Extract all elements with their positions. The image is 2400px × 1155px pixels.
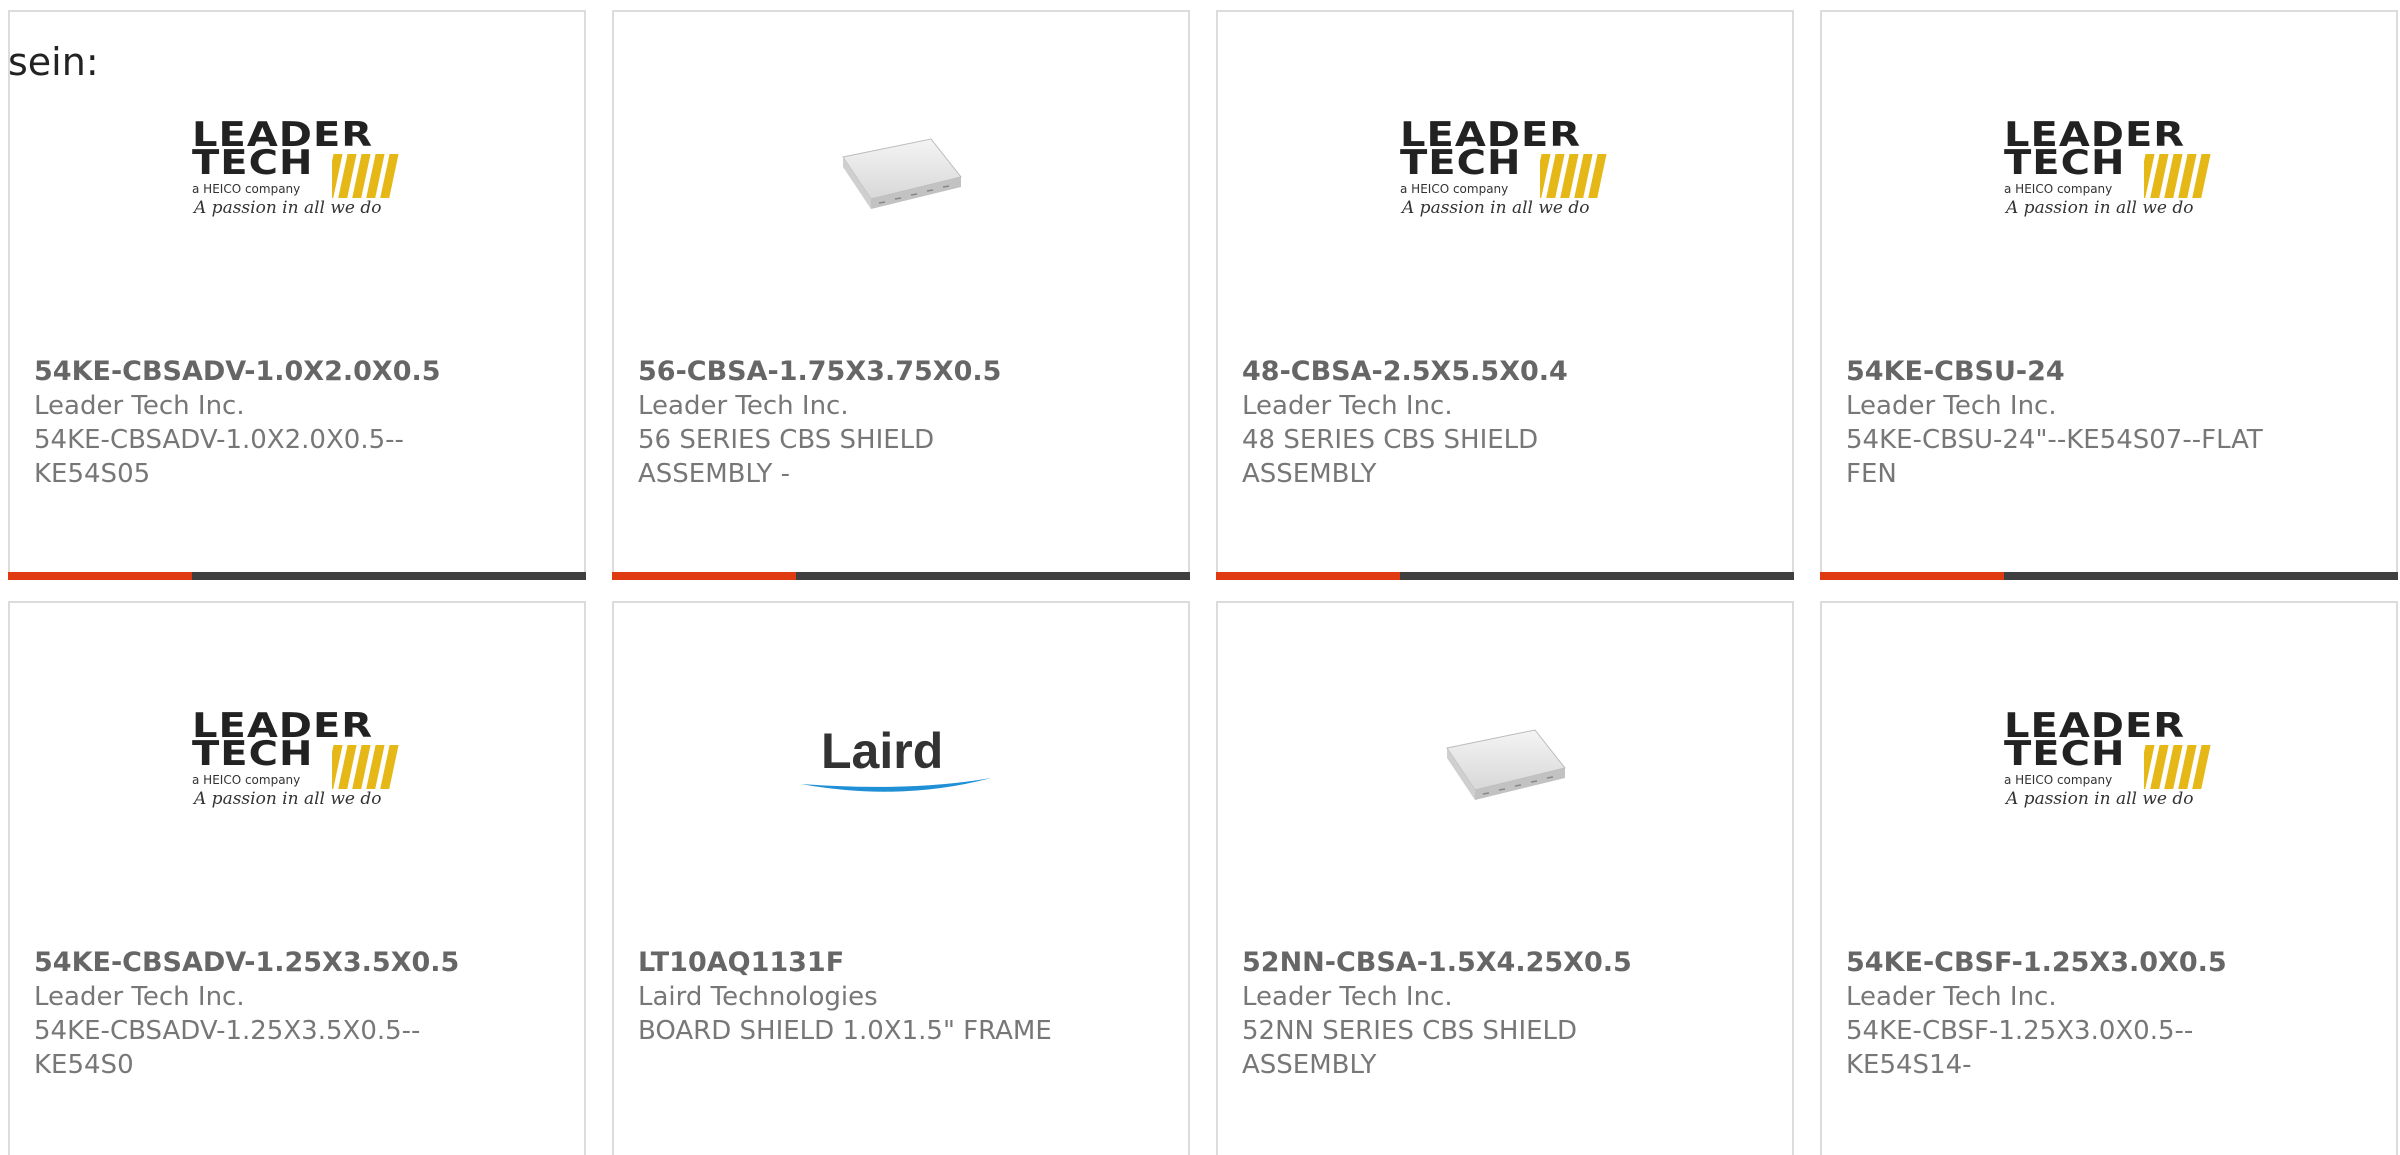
manufacturer: Leader Tech Inc.: [638, 391, 849, 421]
accent-bar: [1216, 572, 1400, 580]
laird-logo: Laird: [791, 718, 1011, 808]
accent-bar: [612, 572, 796, 580]
stripes-icon: [2144, 154, 2211, 198]
manufacturer: Laird Technologies: [638, 982, 878, 1012]
stripes-icon: [1540, 154, 1607, 198]
product-image[interactable]: Laird: [614, 663, 1188, 863]
accent-bar: [1820, 572, 2004, 580]
product-card[interactable]: LEADER TECH a HEICO company A passion in…: [1820, 10, 2398, 580]
part-number[interactable]: 56-CBSA-1.75X3.75X0.5: [638, 355, 1078, 389]
stripes-icon: [332, 745, 399, 789]
logo-subtext: a HEICO company: [192, 182, 301, 196]
lead-text: sein:: [8, 40, 99, 84]
product-card[interactable]: Laird LT10AQ1131F Laird Technologies BOA…: [612, 601, 1190, 1155]
stripes-icon: [332, 154, 399, 198]
manufacturer: Leader Tech Inc.: [1846, 982, 2057, 1012]
manufacturer: Leader Tech Inc.: [34, 391, 245, 421]
card-footer-bar: [612, 572, 1190, 580]
part-number[interactable]: 48-CBSA-2.5X5.5X0.4: [1242, 355, 1682, 389]
logo-text: TECH: [2004, 734, 2126, 774]
logo-subtext: a HEICO company: [192, 773, 301, 787]
logo-text: TECH: [1400, 143, 1522, 183]
leader-tech-logo: LEADER TECH a HEICO company A passion in…: [192, 118, 402, 222]
logo-text: TECH: [192, 143, 314, 183]
logo-subtext: a HEICO company: [2004, 773, 2113, 787]
part-number[interactable]: 52NN-CBSA-1.5X4.25X0.5: [1242, 946, 1682, 980]
description: 54KE-CBSU-24"--KE54S07--FLAT FEN: [1846, 425, 2263, 489]
product-info: 48-CBSA-2.5X5.5X0.4 Leader Tech Inc. 48 …: [1242, 355, 1682, 491]
logo-text: TECH: [192, 734, 314, 774]
product-image[interactable]: [1218, 663, 1792, 863]
description: 56 SERIES CBS SHIELD ASSEMBLY -: [638, 425, 935, 489]
product-card[interactable]: LEADER TECH a HEICO company A passion in…: [1820, 601, 2398, 1155]
description: 52NN SERIES CBS SHIELD ASSEMBLY: [1242, 1016, 1578, 1080]
card-footer-bar: [1820, 572, 2398, 580]
leader-tech-logo: LEADER TECH a HEICO company A passion in…: [192, 709, 402, 813]
product-image[interactable]: [614, 72, 1188, 272]
card-footer-bar: [8, 572, 586, 580]
manufacturer: Leader Tech Inc.: [1242, 982, 1453, 1012]
part-number[interactable]: 54KE-CBSADV-1.25X3.5X0.5: [34, 946, 474, 980]
product-image[interactable]: LEADER TECH a HEICO company A passion in…: [1822, 663, 2396, 863]
product-card[interactable]: LEADER TECH a HEICO company A passion in…: [8, 601, 586, 1155]
product-info: 54KE-CBSADV-1.0X2.0X0.5 Leader Tech Inc.…: [34, 355, 474, 491]
manufacturer: Leader Tech Inc.: [1242, 391, 1453, 421]
part-number[interactable]: 54KE-CBSU-24: [1846, 355, 2286, 389]
part-number[interactable]: 54KE-CBSF-1.25X3.0X0.5: [1846, 946, 2286, 980]
description: 54KE-CBSADV-1.25X3.5X0.5--KE54S0: [34, 1016, 421, 1080]
part-number[interactable]: 54KE-CBSADV-1.0X2.0X0.5: [34, 355, 474, 389]
product-image[interactable]: LEADER TECH a HEICO company A passion in…: [10, 663, 584, 863]
shield-photo-icon: [842, 138, 962, 209]
product-info: 54KE-CBSADV-1.25X3.5X0.5 Leader Tech Inc…: [34, 946, 474, 1082]
part-number[interactable]: LT10AQ1131F: [638, 946, 1078, 980]
description: 54KE-CBSF-1.25X3.0X0.5--KE54S14-: [1846, 1016, 2194, 1080]
description: 48 SERIES CBS SHIELD ASSEMBLY: [1242, 425, 1539, 489]
product-card[interactable]: 56-CBSA-1.75X3.75X0.5 Leader Tech Inc. 5…: [612, 10, 1190, 580]
product-card[interactable]: LEADER TECH a HEICO company A passion in…: [1216, 10, 1794, 580]
logo-subtext: a HEICO company: [2004, 182, 2113, 196]
product-info: 54KE-CBSU-24 Leader Tech Inc. 54KE-CBSU-…: [1846, 355, 2286, 491]
description: 54KE-CBSADV-1.0X2.0X0.5--KE54S05: [34, 425, 404, 489]
product-card[interactable]: LEADER TECH a HEICO company A passion in…: [8, 10, 586, 580]
leader-tech-logo: LEADER TECH a HEICO company A passion in…: [2004, 709, 2214, 813]
product-grid-page: sein: LEADER TECH a HEICO company A pass…: [0, 0, 2400, 1155]
description: BOARD SHIELD 1.0X1.5" FRAME: [638, 1016, 1052, 1046]
product-info: LT10AQ1131F Laird Technologies BOARD SHI…: [638, 946, 1078, 1048]
leader-tech-logo: LEADER TECH a HEICO company A passion in…: [1400, 118, 1610, 222]
accent-bar: [8, 572, 192, 580]
logo-text: TECH: [2004, 143, 2126, 183]
product-info: 56-CBSA-1.75X3.75X0.5 Leader Tech Inc. 5…: [638, 355, 1078, 491]
swoosh-icon: [801, 778, 991, 792]
logo-subtext: a HEICO company: [1400, 182, 1509, 196]
product-image[interactable]: LEADER TECH a HEICO company A passion in…: [1822, 72, 2396, 272]
card-footer-bar: [1216, 572, 1794, 580]
product-image[interactable]: LEADER TECH a HEICO company A passion in…: [10, 72, 584, 272]
manufacturer: Leader Tech Inc.: [1846, 391, 2057, 421]
manufacturer: Leader Tech Inc.: [34, 982, 245, 1012]
product-info: 54KE-CBSF-1.25X3.0X0.5 Leader Tech Inc. …: [1846, 946, 2286, 1082]
shield-photo-icon: [1446, 729, 1566, 800]
leader-tech-logo: LEADER TECH a HEICO company A passion in…: [2004, 118, 2214, 222]
product-image[interactable]: LEADER TECH a HEICO company A passion in…: [1218, 72, 1792, 272]
product-card[interactable]: 52NN-CBSA-1.5X4.25X0.5 Leader Tech Inc. …: [1216, 601, 1794, 1155]
stripes-icon: [2144, 745, 2211, 789]
product-info: 52NN-CBSA-1.5X4.25X0.5 Leader Tech Inc. …: [1242, 946, 1682, 1082]
